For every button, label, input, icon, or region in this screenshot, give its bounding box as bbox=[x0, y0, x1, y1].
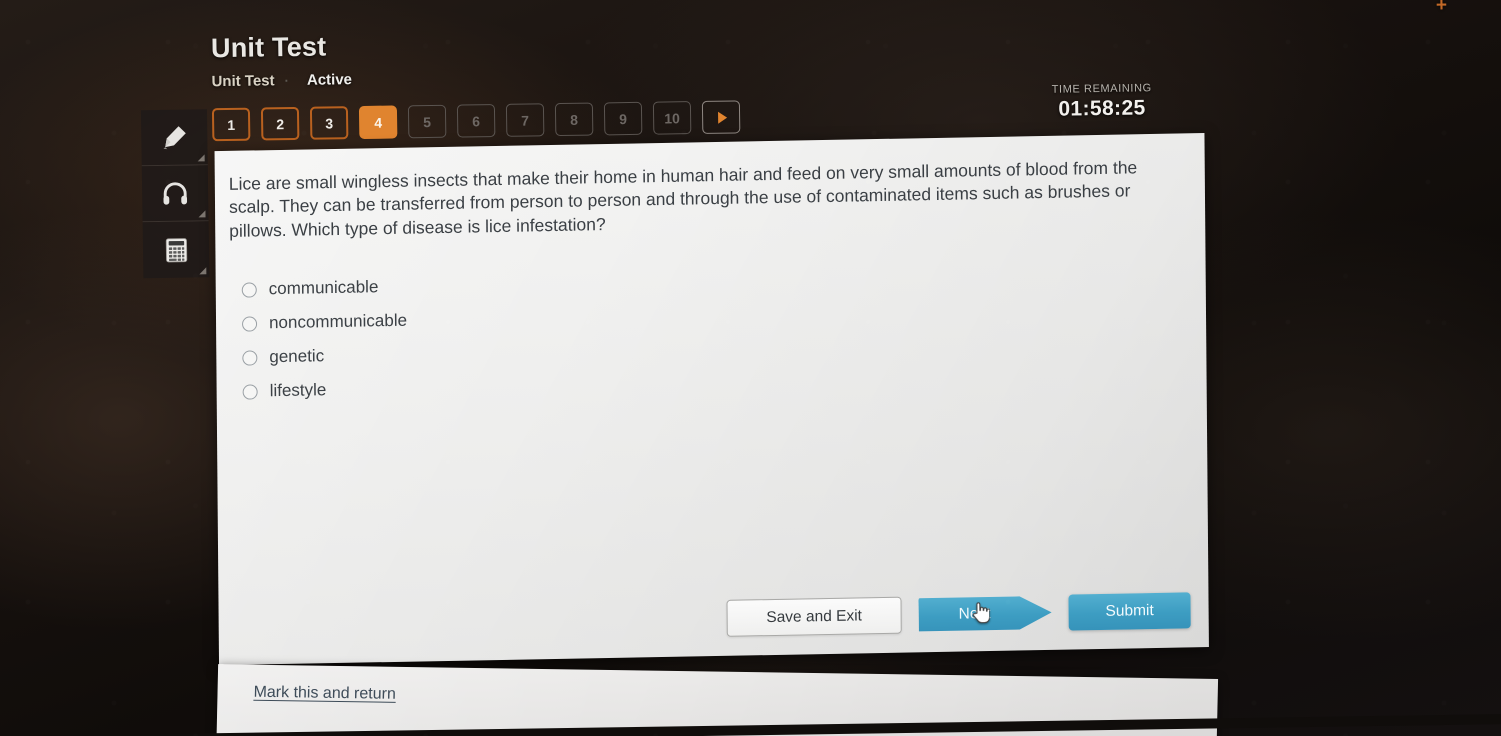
answer-option-label: noncommunicable bbox=[268, 310, 408, 333]
status-badge: Active bbox=[306, 71, 353, 89]
submit-button[interactable]: Submit bbox=[1068, 591, 1191, 631]
header: Unit Test Unit Test · Active bbox=[210, 25, 772, 91]
question-text: Lice are small wingless insects that mak… bbox=[228, 157, 1138, 241]
time-remaining-label: TIME REMAINING bbox=[1051, 82, 1152, 96]
radio-button-noncommunicable[interactable] bbox=[241, 315, 258, 332]
question-button-7[interactable]: 7 bbox=[505, 103, 545, 137]
action-buttons: Save and Exit Next Submit bbox=[726, 591, 1191, 637]
radio-button-genetic[interactable] bbox=[242, 349, 258, 366]
question-button-6[interactable]: 6 bbox=[456, 104, 496, 138]
next-button-label: Next bbox=[918, 594, 1051, 632]
calculator-icon bbox=[161, 235, 190, 264]
radio-button-lifestyle[interactable] bbox=[242, 383, 258, 400]
breadcrumb-assignment-name: Unit Test bbox=[211, 72, 275, 91]
question-button-9[interactable]: 9 bbox=[603, 101, 643, 136]
question-button-8[interactable]: 8 bbox=[554, 102, 594, 137]
audio-tool[interactable] bbox=[141, 165, 209, 223]
breadcrumb-separator: · bbox=[284, 73, 290, 89]
radio-button-communicable[interactable] bbox=[241, 281, 257, 298]
next-button[interactable]: Next bbox=[918, 594, 1051, 632]
next-page-button[interactable] bbox=[701, 100, 741, 134]
pencil-icon bbox=[159, 122, 189, 152]
test-screen: + Unit Test Unit Test · Active TIME REMA… bbox=[0, 0, 1501, 736]
page-title: Unit Test bbox=[210, 31, 327, 64]
add-plus-icon[interactable]: + bbox=[1432, 0, 1450, 16]
tool-rail bbox=[140, 109, 210, 279]
calculator-tool[interactable] bbox=[142, 221, 210, 279]
question-button-1[interactable]: 1 bbox=[211, 107, 251, 142]
question-pager: 1 2 3 4 5 6 7 8 9 10 bbox=[211, 100, 741, 142]
breadcrumb: Unit Test · Active bbox=[211, 65, 771, 90]
question-button-4[interactable]: 4 bbox=[358, 105, 398, 140]
headphones-icon bbox=[160, 178, 190, 208]
answer-option-label: genetic bbox=[269, 346, 325, 367]
question-button-2[interactable]: 2 bbox=[260, 106, 300, 141]
mark-this-and-return-link[interactable]: Mark this and return bbox=[253, 684, 396, 704]
question-panel: Lice are small wingless insects that mak… bbox=[214, 133, 1209, 666]
save-and-exit-button[interactable]: Save and Exit bbox=[726, 596, 902, 637]
highlighter-tool[interactable] bbox=[140, 109, 208, 167]
answer-option-label: communicable bbox=[268, 277, 379, 299]
play-triangle-icon bbox=[717, 111, 727, 124]
photographed-screen-background: + Unit Test Unit Test · Active TIME REMA… bbox=[0, 0, 1501, 736]
time-remaining: TIME REMAINING 01:58:25 bbox=[1012, 82, 1193, 123]
answer-options: communicable noncommunicable genetic lifest… bbox=[241, 262, 803, 408]
time-remaining-value: 01:58:25 bbox=[1058, 96, 1146, 121]
question-button-10[interactable]: 10 bbox=[652, 101, 692, 135]
question-button-5[interactable]: 5 bbox=[407, 104, 447, 139]
answer-option-label: lifestyle bbox=[269, 380, 327, 401]
question-button-3[interactable]: 3 bbox=[309, 106, 349, 140]
